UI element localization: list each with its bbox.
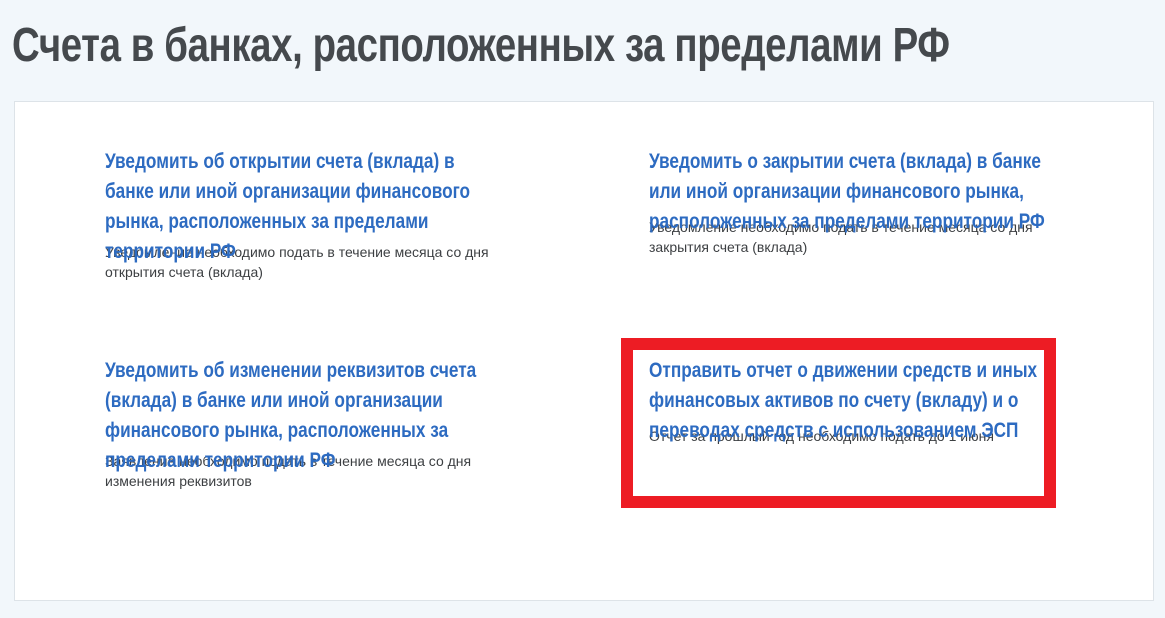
open-account-link[interactable]: Уведомить об открытии счета (вклада) в б… xyxy=(105,147,470,267)
service-card-open-account: Уведомить об открытии счета (вклада) в б… xyxy=(105,147,550,282)
description-line: закрытия счета (вклада) xyxy=(649,239,808,255)
link-text-line[interactable]: финансовых активов по счету (вкладу) и о xyxy=(649,386,1037,416)
link-text-line[interactable]: (вклада) в банке или иной организации xyxy=(105,386,476,416)
link-text-line[interactable]: Уведомить о закрытии счета (вклада) в ба… xyxy=(649,147,1045,177)
change-details-link[interactable]: Уведомить об изменении реквизитов счета … xyxy=(105,356,476,476)
send-report-link[interactable]: Отправить отчет о движении средств и ины… xyxy=(649,356,1037,446)
link-text-line[interactable]: расположенных за пределами территории РФ xyxy=(649,207,1045,237)
link-text-line[interactable]: рынка, расположенных за пределами xyxy=(105,207,470,237)
link-text-line[interactable]: или иной организации финансового рынка, xyxy=(649,177,1045,207)
service-card-send-report: Отправить отчет о движении средств и ины… xyxy=(649,356,1122,446)
link-text-line[interactable]: переводах средств с использованием ЭСП xyxy=(649,416,1037,446)
link-text-line[interactable]: пределами территории РФ xyxy=(105,446,476,476)
link-text-line[interactable]: Уведомить об изменении реквизитов счета xyxy=(105,356,476,386)
page-title: Счета в банках, расположенных за предела… xyxy=(12,19,950,72)
link-text-line[interactable]: финансового рынка, расположенных за xyxy=(105,416,476,446)
link-text-line[interactable]: Уведомить об открытии счета (вклада) в xyxy=(105,147,470,177)
link-text-line[interactable]: территории РФ xyxy=(105,237,470,267)
service-card-change-details: Уведомить об изменении реквизитов счета … xyxy=(105,356,558,491)
services-panel: Уведомить об открытии счета (вклада) в б… xyxy=(14,101,1154,601)
close-account-link[interactable]: Уведомить о закрытии счета (вклада) в ба… xyxy=(649,147,1045,237)
link-text-line[interactable]: Отправить отчет о движении средств и ины… xyxy=(649,356,1037,386)
link-text-line[interactable]: банке или иной организации финансового xyxy=(105,177,470,207)
service-card-close-account: Уведомить о закрытии счета (вклада) в ба… xyxy=(649,147,1132,257)
